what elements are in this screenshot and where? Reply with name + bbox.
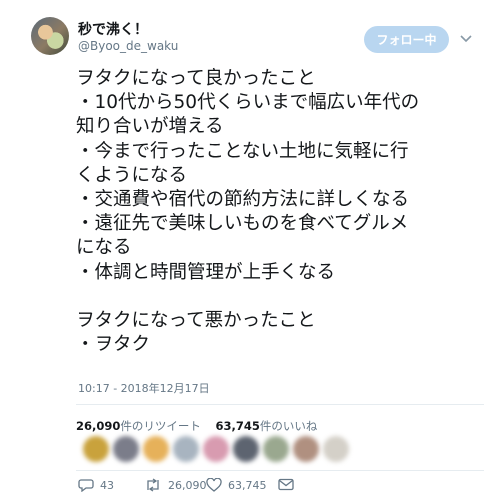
retweet-count: 26,090 — [168, 478, 207, 492]
retweets-stat[interactable]: 26,090件のリツイート — [76, 419, 201, 433]
direct-message-button[interactable] — [278, 478, 294, 491]
likes-stat[interactable]: 63,745件のいいね — [216, 419, 318, 433]
retweets-count: 26,090 — [76, 419, 121, 433]
tweet-line: くようになる — [76, 164, 188, 186]
avatar[interactable] — [263, 436, 289, 462]
tweet-line: ・交通費や宿代の節約方法に詳しくなる — [76, 189, 410, 211]
like-button[interactable]: 63,745 — [206, 478, 267, 492]
avatar[interactable] — [113, 436, 139, 462]
tweet-line: ・遠征先で美味しいものを食べてグルメ — [76, 213, 409, 235]
tweet-line: 知り合いが増える — [76, 116, 224, 138]
tweet-line: ・今まで行ったことない土地に気軽に行 — [76, 140, 409, 162]
heart-icon — [206, 478, 222, 492]
user-handle[interactable]: @Byoo_de_waku — [78, 39, 178, 53]
tweet-text: ヲタクになって良かったこと ・10代から50代くらいまで幅広い年代の 知り合いが… — [76, 67, 486, 357]
avatar[interactable] — [293, 436, 319, 462]
tweet-line: ・ヲタク — [76, 334, 151, 356]
likes-label: 件のいいね — [259, 419, 318, 433]
follow-button[interactable]: フォロー中 — [364, 26, 449, 53]
reply-button[interactable]: 43 — [78, 478, 114, 492]
avatar[interactable] — [83, 436, 109, 462]
retweets-label: 件のリツイート — [120, 419, 201, 433]
like-count: 63,745 — [228, 478, 267, 492]
tweet-line: になる — [76, 237, 132, 259]
divider — [76, 470, 484, 471]
retweet-button[interactable]: 26,090 — [144, 478, 207, 492]
likes-count: 63,745 — [215, 419, 260, 433]
tweet-timestamp[interactable]: 10:17 - 2018年12月17日 — [78, 380, 210, 396]
avatar[interactable] — [323, 436, 349, 462]
avatar[interactable] — [203, 436, 229, 462]
avatar[interactable] — [173, 436, 199, 462]
tweet-line: ヲタクになって良かったこと — [76, 68, 316, 89]
reply-icon — [78, 478, 94, 492]
envelope-icon — [278, 478, 294, 491]
avatar[interactable] — [31, 17, 69, 55]
tweet-line: ・10代から50代くらいまで幅広い年代の — [76, 92, 420, 114]
tweet-card: 秒で沸く！ @Byoo_de_waku フォロー中 ヲタクになって良かったこと … — [0, 0, 499, 500]
avatar[interactable] — [143, 436, 169, 462]
display-name[interactable]: 秒で沸く！ — [78, 19, 148, 39]
reply-count: 43 — [100, 478, 114, 492]
tweet-line: ・体調と時間管理が上手くなる — [76, 261, 336, 283]
divider — [76, 404, 484, 405]
chevron-down-icon[interactable] — [459, 32, 473, 46]
retweet-icon — [144, 478, 162, 492]
avatar[interactable] — [233, 436, 259, 462]
tweet-line: ヲタクになって悪かったこと — [76, 309, 316, 331]
engagement-stats: 26,090件のリツイート 63,745件のいいね — [76, 418, 317, 434]
